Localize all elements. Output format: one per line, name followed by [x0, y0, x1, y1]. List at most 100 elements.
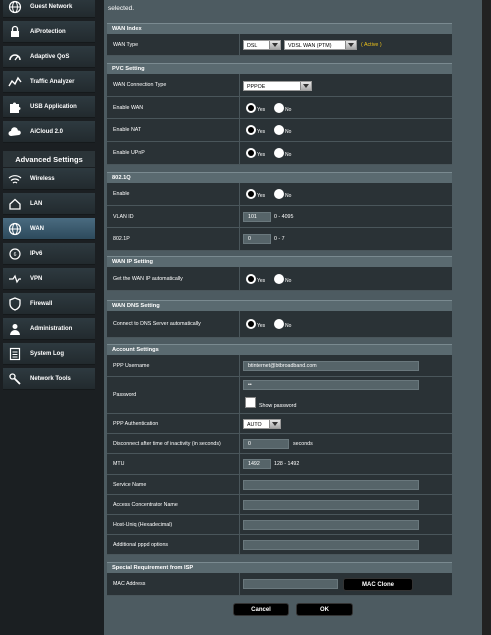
- vlan-id-input[interactable]: 101: [243, 212, 271, 222]
- pvc-setting-header: PVC Setting: [107, 63, 452, 74]
- sidebar-item-usb-application[interactable]: USB Application: [3, 96, 95, 118]
- vlan-id-row: VLAN ID 101 0 - 4095: [107, 206, 452, 228]
- sidebar-item-label: IPv6: [30, 250, 43, 257]
- sidebar-item-wireless[interactable]: Wireless: [3, 168, 95, 190]
- password-input[interactable]: ••: [243, 380, 419, 390]
- cancel-button[interactable]: Cancel: [233, 603, 289, 616]
- wan-dns-auto-row: Connect to DNS Server automatically Yes …: [107, 311, 452, 338]
- show-password-checkbox[interactable]: [245, 397, 256, 408]
- connection-type-row: WAN Connection Type PPPOE: [107, 74, 452, 97]
- ppp-username-input[interactable]: btinternet@btbroadband.com: [243, 361, 419, 371]
- wan-ip-auto-no-radio[interactable]: No: [274, 274, 291, 284]
- sidebar-item-aicloud-2-0[interactable]: AiCloud 2.0: [3, 121, 95, 143]
- ac-name-row: Access Concentrator Name: [107, 495, 452, 515]
- sidebar-item-label: Wireless: [30, 175, 55, 182]
- sidebar-item-label: AiCloud 2.0: [30, 128, 64, 135]
- tools-icon: [7, 372, 23, 386]
- wan-type-select[interactable]: DSL: [243, 40, 281, 50]
- wan-ip-auto-label: Get the WAN IP automatically: [113, 275, 183, 282]
- sidebar-item-traffic-analyzer[interactable]: Traffic Analyzer: [3, 71, 95, 93]
- sidebar-item-label: Firewall: [30, 300, 53, 307]
- ac-name-label: Access Concentrator Name: [113, 501, 178, 508]
- enable-upnp-label: Enable UPnP: [113, 150, 145, 156]
- ac-name-input[interactable]: [243, 500, 419, 510]
- sidebar-item-system-log[interactable]: System Log: [3, 343, 95, 365]
- special-requirement-header: Special Requirement from ISP: [107, 562, 452, 573]
- connection-type-label: WAN Connection Type: [113, 82, 167, 88]
- sidebar-item-ipv6[interactable]: 6 IPv6: [3, 243, 95, 265]
- connection-type-select[interactable]: PPPOE: [243, 81, 312, 91]
- ppp-auth-label: PPP Authentication: [113, 420, 159, 427]
- intro-text: selected.: [108, 5, 135, 12]
- pppd-options-input[interactable]: [243, 540, 419, 550]
- dot1q-enable-no-radio[interactable]: No: [274, 189, 291, 199]
- password-label: Password: [113, 392, 137, 398]
- enable-wan-label: Enable WAN: [113, 104, 144, 111]
- enable-wan-no-radio[interactable]: No: [274, 103, 291, 113]
- wan-index-header: WAN Index: [107, 23, 452, 34]
- enable-wan-yes-radio[interactable]: Yes: [246, 103, 265, 113]
- enable-wan-row: Enable WAN Yes No: [107, 97, 452, 119]
- sidebar-item-guest-network[interactable]: Guest Network: [3, 0, 95, 18]
- dot1q-enable-row: Enable Yes No: [107, 183, 452, 206]
- enable-nat-yes-radio[interactable]: Yes: [246, 125, 265, 135]
- scrollbar[interactable]: [482, 0, 491, 635]
- enable-nat-label: Enable NAT: [113, 127, 142, 133]
- dot1p-label: 802.1P: [113, 236, 130, 242]
- wan-type-label: WAN Type: [113, 41, 139, 48]
- service-name-label: Service Name: [113, 481, 147, 488]
- mtu-label: MTU: [113, 461, 125, 467]
- chevron-down-icon: [300, 82, 311, 90]
- dot1p-input[interactable]: 0: [243, 234, 271, 244]
- dot1p-row: 802.1P 0 0 - 7: [107, 228, 452, 251]
- disconnect-input[interactable]: 0: [243, 439, 289, 449]
- home-icon: [7, 197, 23, 211]
- svg-text:6: 6: [14, 252, 17, 258]
- mac-address-label: MAC Address: [113, 581, 146, 587]
- mac-clone-button[interactable]: MAC Clone: [343, 578, 413, 591]
- sidebar-item-label: LAN: [30, 200, 43, 207]
- mtu-input[interactable]: 1492: [243, 459, 271, 469]
- wan-dns-auto-no-radio[interactable]: No: [274, 319, 291, 329]
- ppp-username-row: PPP Username btinternet@btbroadband.com: [107, 355, 452, 377]
- host-uniq-row: Host-Uniq (Hexadecimal): [107, 515, 452, 535]
- service-name-input[interactable]: [243, 480, 419, 490]
- ppp-auth-select[interactable]: AUTO: [243, 419, 281, 429]
- dot1q-enable-yes-radio[interactable]: Yes: [246, 189, 265, 199]
- sidebar-item-label: Traffic Analyzer: [30, 78, 75, 85]
- wan-subtype-select[interactable]: VDSL WAN (PTM): [284, 40, 357, 50]
- disconnect-label: Disconnect after time of inactivity (in …: [113, 440, 221, 447]
- enable-upnp-no-radio[interactable]: No: [274, 148, 291, 158]
- sidebar-item-label: USB Application: [30, 103, 77, 110]
- sidebar-item-aiprotection[interactable]: AiProtection: [3, 21, 95, 43]
- sidebar-item-wan[interactable]: WAN: [3, 218, 95, 240]
- sidebar-item-firewall[interactable]: Firewall: [3, 293, 95, 315]
- enable-nat-row: Enable NAT Yes No: [107, 119, 452, 142]
- wan-dns-auto-yes-radio[interactable]: Yes: [246, 319, 265, 329]
- sidebar-item-administration[interactable]: Administration: [3, 318, 95, 340]
- sidebar-item-vpn[interactable]: VPN: [3, 268, 95, 290]
- service-name-row: Service Name: [107, 475, 452, 495]
- cloud-icon: [7, 125, 23, 139]
- mac-address-input[interactable]: [243, 579, 338, 589]
- host-uniq-input[interactable]: [243, 520, 419, 530]
- sidebar-item-lan[interactable]: LAN: [3, 193, 95, 215]
- sidebar-item-network-tools[interactable]: Network Tools: [3, 368, 95, 390]
- sidebar-item-label: Adaptive QoS: [30, 53, 70, 60]
- ok-button[interactable]: OK: [296, 603, 353, 616]
- enable-nat-no-radio[interactable]: No: [274, 125, 291, 135]
- sidebar-item-adaptive-qos[interactable]: Adaptive QoS: [3, 46, 95, 68]
- ppp-auth-row: PPP Authentication AUTO: [107, 414, 452, 434]
- enable-upnp-yes-radio[interactable]: Yes: [246, 148, 265, 158]
- lock-icon: [7, 25, 23, 39]
- vlan-id-range: 0 - 4095: [274, 214, 294, 220]
- dot1q-enable-label: Enable: [113, 191, 130, 197]
- globe-icon: [7, 222, 23, 236]
- log-icon: [7, 347, 23, 361]
- disconnect-unit: seconds: [293, 441, 313, 447]
- sidebar-item-label: Network Tools: [30, 375, 71, 382]
- wan-ip-auto-yes-radio[interactable]: Yes: [246, 274, 265, 284]
- sidebar-item-label: AiProtection: [30, 28, 66, 35]
- wan-status: ( Active ): [361, 42, 382, 48]
- pppd-options-row: Additional pppd options: [107, 535, 452, 555]
